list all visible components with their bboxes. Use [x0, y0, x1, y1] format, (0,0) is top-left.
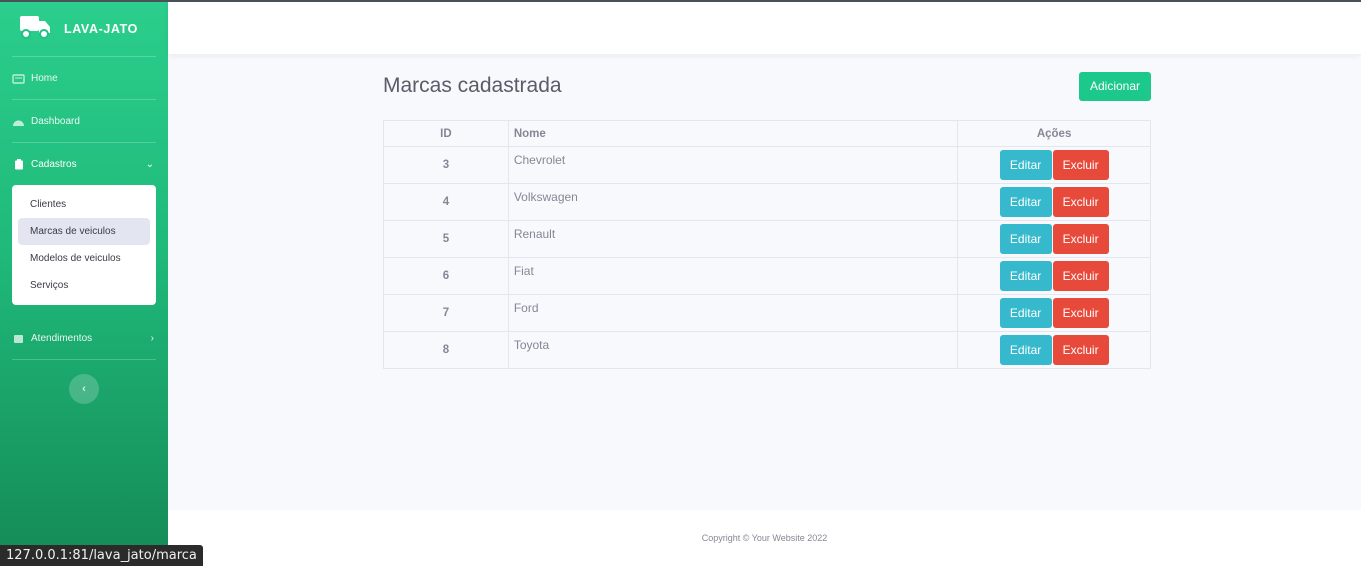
- chevron-down-icon: ⌄: [145, 158, 154, 170]
- cell-acoes: Editar Excluir: [957, 331, 1151, 369]
- edit-button[interactable]: Editar: [999, 261, 1052, 291]
- brand-name: LAVA-JATO: [64, 22, 138, 36]
- submenu-item-servicos[interactable]: Serviços: [18, 272, 150, 299]
- chevron-left-icon: ‹: [82, 383, 86, 395]
- cell-nome: Fiat: [507, 257, 959, 295]
- page-title: Marcas cadastrada: [383, 74, 562, 97]
- cell-nome: Chevrolet: [507, 146, 959, 184]
- copyright-text: Copyright © Your Website 2022: [701, 533, 828, 543]
- cell-id: 7: [383, 294, 509, 332]
- table-header-row: ID Nome Ações: [383, 120, 1151, 147]
- cell-id: 6: [383, 257, 509, 295]
- cell-id: 3: [383, 146, 509, 184]
- cell-id: 5: [383, 220, 509, 258]
- calendar-icon: [12, 333, 25, 344]
- edit-button[interactable]: Editar: [999, 224, 1052, 254]
- cell-id: 8: [383, 331, 509, 369]
- status-bar-url: 127.0.0.1:81/lava_jato/marca: [0, 545, 203, 566]
- delete-button[interactable]: Excluir: [1052, 261, 1109, 291]
- delete-button[interactable]: Excluir: [1052, 224, 1109, 254]
- sidebar-item-label: Home: [31, 72, 58, 84]
- delete-button[interactable]: Excluir: [1052, 335, 1109, 365]
- sidebar-item-label: Dashboard: [31, 115, 80, 127]
- delete-button[interactable]: Excluir: [1052, 298, 1109, 328]
- sidebar-divider: [12, 359, 156, 360]
- delete-button[interactable]: Excluir: [1052, 150, 1109, 180]
- edit-button[interactable]: Editar: [999, 298, 1052, 328]
- home-icon: [12, 73, 25, 84]
- cell-id: 4: [383, 183, 509, 221]
- delete-button[interactable]: Excluir: [1052, 187, 1109, 217]
- submenu-item-clientes[interactable]: Clientes: [18, 191, 150, 218]
- table-row: 3 Chevrolet Editar Excluir: [383, 146, 1151, 184]
- window-top-border: [0, 0, 1361, 2]
- footer: Copyright © Your Website 2022: [168, 510, 1361, 566]
- sidebar-item-cadastros[interactable]: Cadastros ⌄: [0, 143, 168, 185]
- table-row: 5 Renault Editar Excluir: [383, 220, 1151, 258]
- main-content: Marcas cadastrada Adicionar ID Nome Açõe…: [383, 70, 1151, 369]
- marcas-table: ID Nome Ações 3 Chevrolet Editar Excluir 4 Vo…: [383, 120, 1151, 369]
- submenu-item-marcas[interactable]: Marcas de veiculos: [18, 218, 150, 245]
- sidebar-item-label: Atendimentos: [31, 332, 93, 344]
- table-row: 7 Ford Editar Excluir: [383, 294, 1151, 332]
- page-header: Marcas cadastrada Adicionar: [383, 70, 1151, 102]
- sidebar-item-label: Cadastros: [31, 158, 77, 170]
- edit-button[interactable]: Editar: [999, 335, 1052, 365]
- truck-icon: [20, 14, 52, 45]
- cell-acoes: Editar Excluir: [957, 183, 1151, 221]
- clipboard-icon: [12, 158, 25, 170]
- cell-acoes: Editar Excluir: [957, 294, 1151, 332]
- chevron-right-icon: ›: [150, 332, 154, 344]
- column-header-id: ID: [383, 120, 509, 147]
- table-row: 4 Volkswagen Editar Excluir: [383, 183, 1151, 221]
- cell-nome: Ford: [507, 294, 959, 332]
- table-row: 6 Fiat Editar Excluir: [383, 257, 1151, 295]
- submenu-item-modelos[interactable]: Modelos de veiculos: [18, 245, 150, 272]
- cell-nome: Toyota: [507, 331, 959, 369]
- sidebar-item-home[interactable]: Home: [0, 57, 168, 99]
- topbar: [168, 2, 1361, 54]
- cell-acoes: Editar Excluir: [957, 257, 1151, 295]
- column-header-acoes: Ações: [957, 120, 1151, 147]
- add-button[interactable]: Adicionar: [1078, 71, 1151, 101]
- sidebar-toggle-button[interactable]: ‹: [69, 374, 99, 404]
- cadastros-submenu: Clientes Marcas de veiculos Modelos de v…: [12, 185, 156, 305]
- edit-button[interactable]: Editar: [999, 187, 1052, 217]
- sidebar-brand[interactable]: LAVA-JATO: [0, 2, 168, 56]
- tachometer-icon: [12, 116, 25, 127]
- cell-acoes: Editar Excluir: [957, 220, 1151, 258]
- edit-button[interactable]: Editar: [999, 150, 1052, 180]
- cell-acoes: Editar Excluir: [957, 146, 1151, 184]
- column-header-nome: Nome: [507, 120, 959, 147]
- table-row: 8 Toyota Editar Excluir: [383, 331, 1151, 369]
- cell-nome: Renault: [507, 220, 959, 258]
- sidebar-item-dashboard[interactable]: Dashboard: [0, 100, 168, 142]
- sidebar: LAVA-JATO Home Dashboard Cadastros ⌄ Cli…: [0, 2, 168, 566]
- sidebar-item-atendimentos[interactable]: Atendimentos ›: [0, 317, 168, 359]
- cell-nome: Volkswagen: [507, 183, 959, 221]
